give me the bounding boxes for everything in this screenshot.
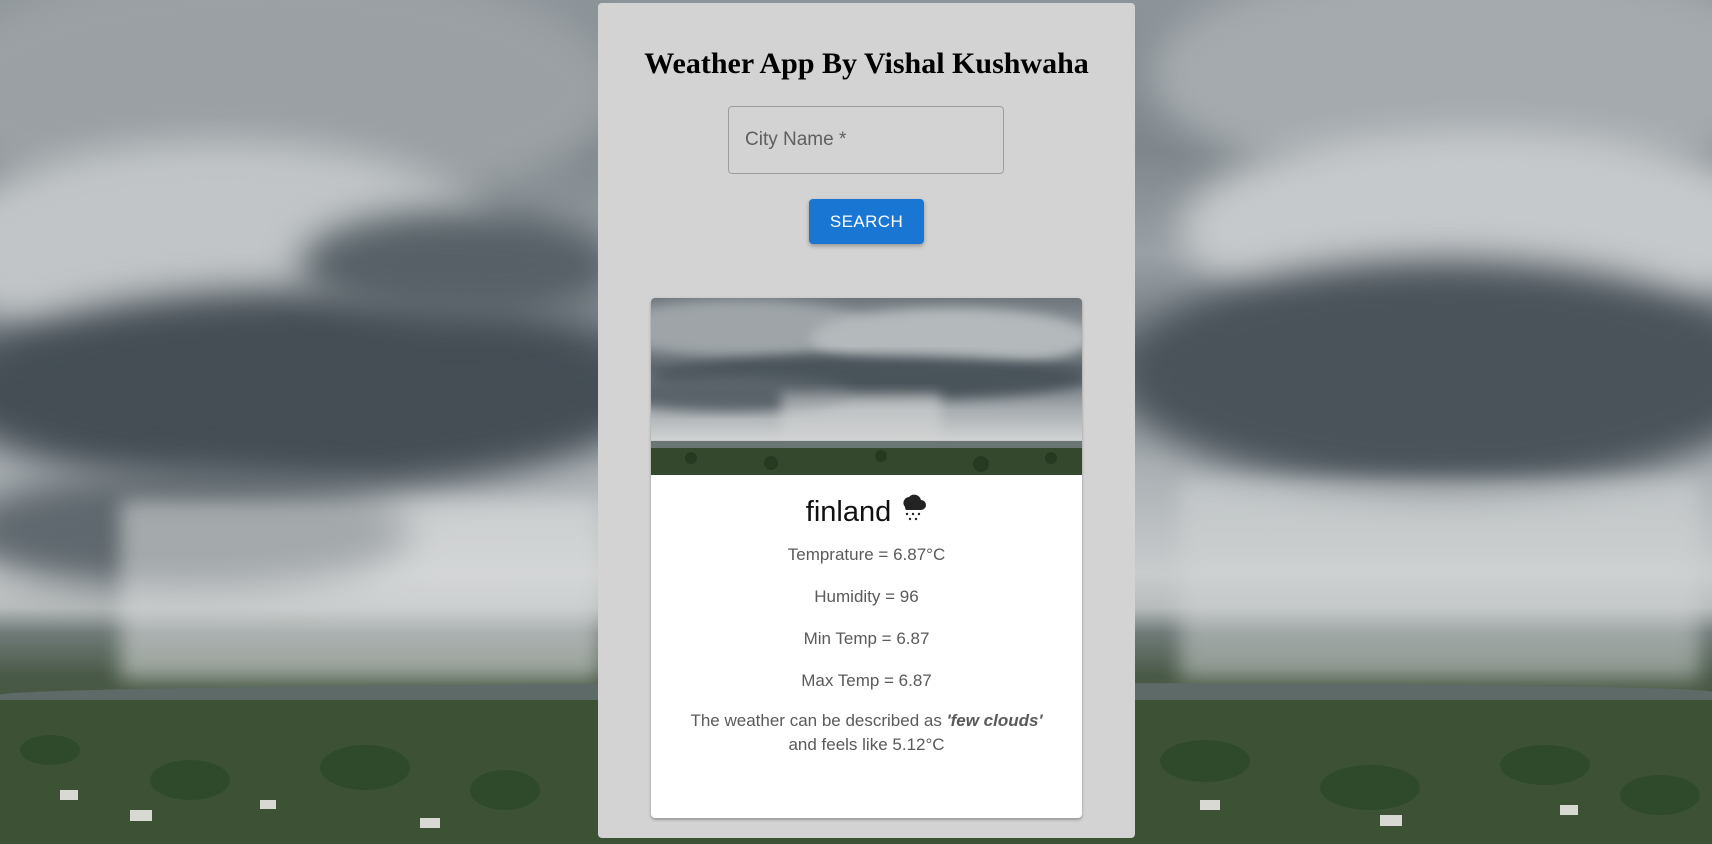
weather-app-panel: Weather App By Vishal Kushwaha SEARCH [598, 3, 1135, 838]
weather-card-image [651, 298, 1082, 475]
rain-cloud-icon [899, 493, 927, 534]
temperature-text: Temprature = 6.87°C [787, 545, 946, 564]
weather-card: finland Temprature = 6.87°C Humidity = 9… [651, 298, 1082, 818]
city-name: finland [805, 496, 892, 528]
city-heading: finland [651, 492, 1082, 532]
weather-description: The weather can be described as 'few clo… [651, 709, 1082, 757]
description-prefix: The weather can be described as [690, 711, 947, 730]
search-button[interactable]: SEARCH [809, 199, 924, 244]
city-name-field[interactable] [728, 106, 1004, 174]
weather-card-content: finland Temprature = 6.87°C Humidity = 9… [651, 475, 1082, 757]
humidity-text: Humidity = 96 [814, 587, 919, 606]
description-value: 'few clouds' [946, 711, 1043, 730]
feels-like-text: and feels like 5.12°C [788, 735, 945, 754]
page-title: Weather App By Vishal Kushwaha [644, 47, 1089, 80]
min-temp-text: Min Temp = 6.87 [803, 629, 930, 648]
max-temp-text: Max Temp = 6.87 [801, 671, 932, 690]
city-name-input[interactable] [729, 107, 1003, 173]
